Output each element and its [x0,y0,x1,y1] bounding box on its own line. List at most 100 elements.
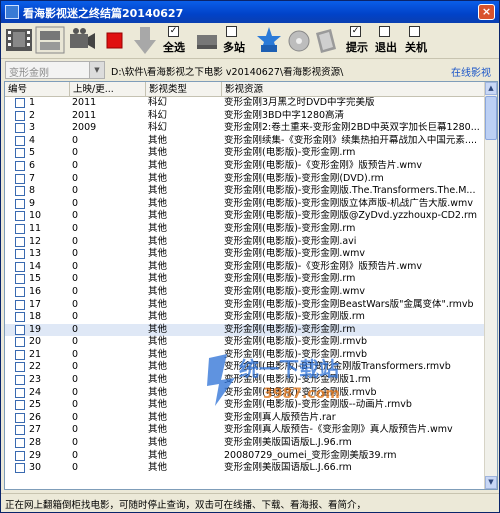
camera-icon-button[interactable] [67,25,97,57]
row-checkbox[interactable] [15,337,25,348]
scroll-up-icon[interactable]: ▲ [485,82,497,95]
row-number: 26 [29,411,42,423]
server-icon-button[interactable] [195,25,219,57]
row-checkbox[interactable] [15,286,25,297]
live-icon-button[interactable] [255,25,283,57]
table-row[interactable]: 11 0 其他 变形金刚(电影版)-变形金刚.rm [5,223,485,236]
table-row[interactable]: 2 2011 科幻 变形金刚3BD中字1280高清 [5,110,485,123]
tips-checkbox[interactable]: ✓ [350,26,361,37]
row-resource: 变形金刚真人版预告片.rar [224,411,336,423]
row-checkbox[interactable] [15,349,25,360]
shutdown-label[interactable]: 关机 [405,39,427,55]
row-checkbox[interactable] [15,198,25,209]
multi-site-label[interactable]: 多站 [223,39,245,55]
search-combo[interactable]: 变形金刚 ▼ [5,61,105,79]
row-checkbox[interactable] [15,299,25,310]
disc-icon-button[interactable] [287,25,311,57]
stop-button[interactable] [105,25,125,57]
row-checkbox[interactable] [15,438,25,449]
scroll-thumb[interactable] [485,96,497,140]
column-header-type[interactable]: 影视类型 [146,82,222,97]
row-type: 其他 [148,134,168,146]
chevron-down-icon[interactable]: ▼ [89,62,104,78]
row-release: 0 [72,336,79,348]
row-type: 其他 [148,172,168,184]
table-row[interactable]: 18 0 其他 变形金刚(电影版)-变形金刚版.rm [5,311,485,324]
row-checkbox[interactable] [15,98,25,108]
row-checkbox[interactable] [15,249,25,260]
title-bar[interactable]: 看海影视迷之终结篇20140627 × [1,1,499,23]
close-button[interactable]: × [478,4,495,20]
row-checkbox[interactable] [15,312,25,323]
table-row[interactable]: 10 0 其他 变形金刚(电影版)-变形金刚版@ZyDvd.yzzhouxp-CD2.… [5,210,485,223]
table-row[interactable]: 8 0 其他 变形金刚(电影版)-变形金刚版.The.Transformers.The… [5,185,485,198]
online-video-link[interactable]: 在线影视 [451,64,491,79]
row-type: 其他 [148,147,168,159]
table-row[interactable]: 9 0 其他 变形金刚(电影版)-变形金刚版立体声版-机战广告大版.wmv [5,198,485,211]
row-checkbox[interactable] [15,123,25,134]
table-row[interactable]: 19 0 其他 变形金刚(电影版)-变形金刚.rm [5,323,485,337]
table-row[interactable]: 12 0 其他 变形金刚(电影版)-变形金刚.avi [5,236,485,249]
multi-site-checkbox[interactable] [226,26,237,37]
table-row[interactable]: 7 0 其他 变形金刚(电影版)-变形金刚(DVD).rm [5,173,485,186]
exit-label[interactable]: 退出 [375,39,397,55]
camera-icon [70,28,95,49]
row-checkbox[interactable] [15,387,25,398]
row-checkbox[interactable] [15,412,25,423]
table-row[interactable]: 3 2009 科幻 变形金刚2:卷土重来-变形金刚2BD中英双字加长巨幕1280... [5,122,485,135]
row-number: 29 [29,449,42,461]
row-checkbox[interactable] [15,186,25,197]
row-checkbox[interactable] [15,463,25,474]
column-header-release[interactable]: 上映/更... [70,82,146,97]
row-type: 其他 [148,336,168,348]
row-checkbox[interactable] [15,274,25,285]
row-checkbox[interactable] [15,236,25,247]
exit-checkbox[interactable] [379,26,390,37]
row-checkbox[interactable] [15,148,25,159]
table-row[interactable]: 27 0 其他 变形金刚真人版预告-《变形金刚》真人版预告片.wmv [5,424,485,437]
search-input-value[interactable]: 变形金刚 [9,68,49,79]
main-window: 看海影视迷之终结篇20140627 × ✓ 全选 多站 ✓ 提示 退出 关机 变… [0,0,500,513]
table-row[interactable]: 5 0 其他 变形金刚(电影版)-变形金刚.rm [5,147,485,160]
row-checkbox[interactable] [15,110,25,121]
row-checkbox[interactable] [15,324,25,335]
row-checkbox[interactable] [15,135,25,146]
folder-icon-button[interactable] [313,25,339,57]
table-row[interactable]: 17 0 其他 变形金刚(电影版)-变形金刚BeastWars版"金属变体".rmvb [5,299,485,312]
table-row[interactable]: 16 0 其他 变形金刚(电影版)-变形金刚.wmv [5,286,485,299]
row-resource: 变形金刚3月黑之时DVD中字完美版 [224,97,375,108]
row-checkbox[interactable] [15,223,25,234]
row-checkbox[interactable] [15,173,25,184]
column-header-number[interactable]: 编号 [5,82,70,97]
vertical-scrollbar[interactable]: ▲ ▼ [484,82,497,489]
select-all-label[interactable]: 全选 [163,39,185,55]
row-checkbox[interactable] [15,425,25,436]
table-row[interactable]: 1 2011 科幻 变形金刚3月黑之时DVD中字完美版 [5,97,485,110]
row-number: 2 [29,109,36,121]
logo-icon-button[interactable] [35,25,65,57]
table-row[interactable]: 13 0 其他 变形金刚(电影版)-变形金刚.wmv [5,248,485,261]
film-icon-button[interactable] [5,25,33,57]
row-checkbox[interactable] [15,261,25,272]
shutdown-checkbox[interactable] [409,26,420,37]
row-checkbox[interactable] [15,211,25,222]
scroll-down-icon[interactable]: ▼ [485,476,497,489]
table-row[interactable]: 14 0 其他 变形金刚(电影版)-《变形金刚》版预告片.wmv [5,261,485,274]
row-checkbox[interactable] [15,450,25,461]
download-button[interactable] [131,25,159,57]
column-header-resource[interactable]: 影视资源 [222,82,485,97]
row-checkbox[interactable] [15,362,25,373]
table-row[interactable]: 26 0 其他 变形金刚真人版预告片.rar [5,412,485,425]
select-all-checkbox[interactable]: ✓ [168,26,179,37]
table-row[interactable]: 28 0 其他 变形金刚美版国语版L.J.96.rm [5,437,485,450]
table-row[interactable]: 30 0 其他 变形金刚美版国语版L.J.66.rm [5,462,485,475]
table-row[interactable]: 15 0 其他 变形金刚(电影版)-变形金刚.rm [5,273,485,286]
row-checkbox[interactable] [15,400,25,411]
table-row[interactable]: 29 0 其他 20080729_oumei_变形金刚美版39.rm [5,450,485,463]
row-checkbox[interactable] [15,160,25,171]
table-row[interactable]: 20 0 其他 变形金刚(电影版)-变形金刚.rmvb [5,336,485,349]
table-row[interactable]: 6 0 其他 变形金刚(电影版)-《变形金刚》版预告片.wmv [5,160,485,173]
tips-label[interactable]: 提示 [346,39,368,55]
table-row[interactable]: 4 0 其他 变形金刚续集-《变形金刚》续集热拍开幕战加入中国元素.... [5,135,485,148]
row-checkbox[interactable] [15,375,25,386]
